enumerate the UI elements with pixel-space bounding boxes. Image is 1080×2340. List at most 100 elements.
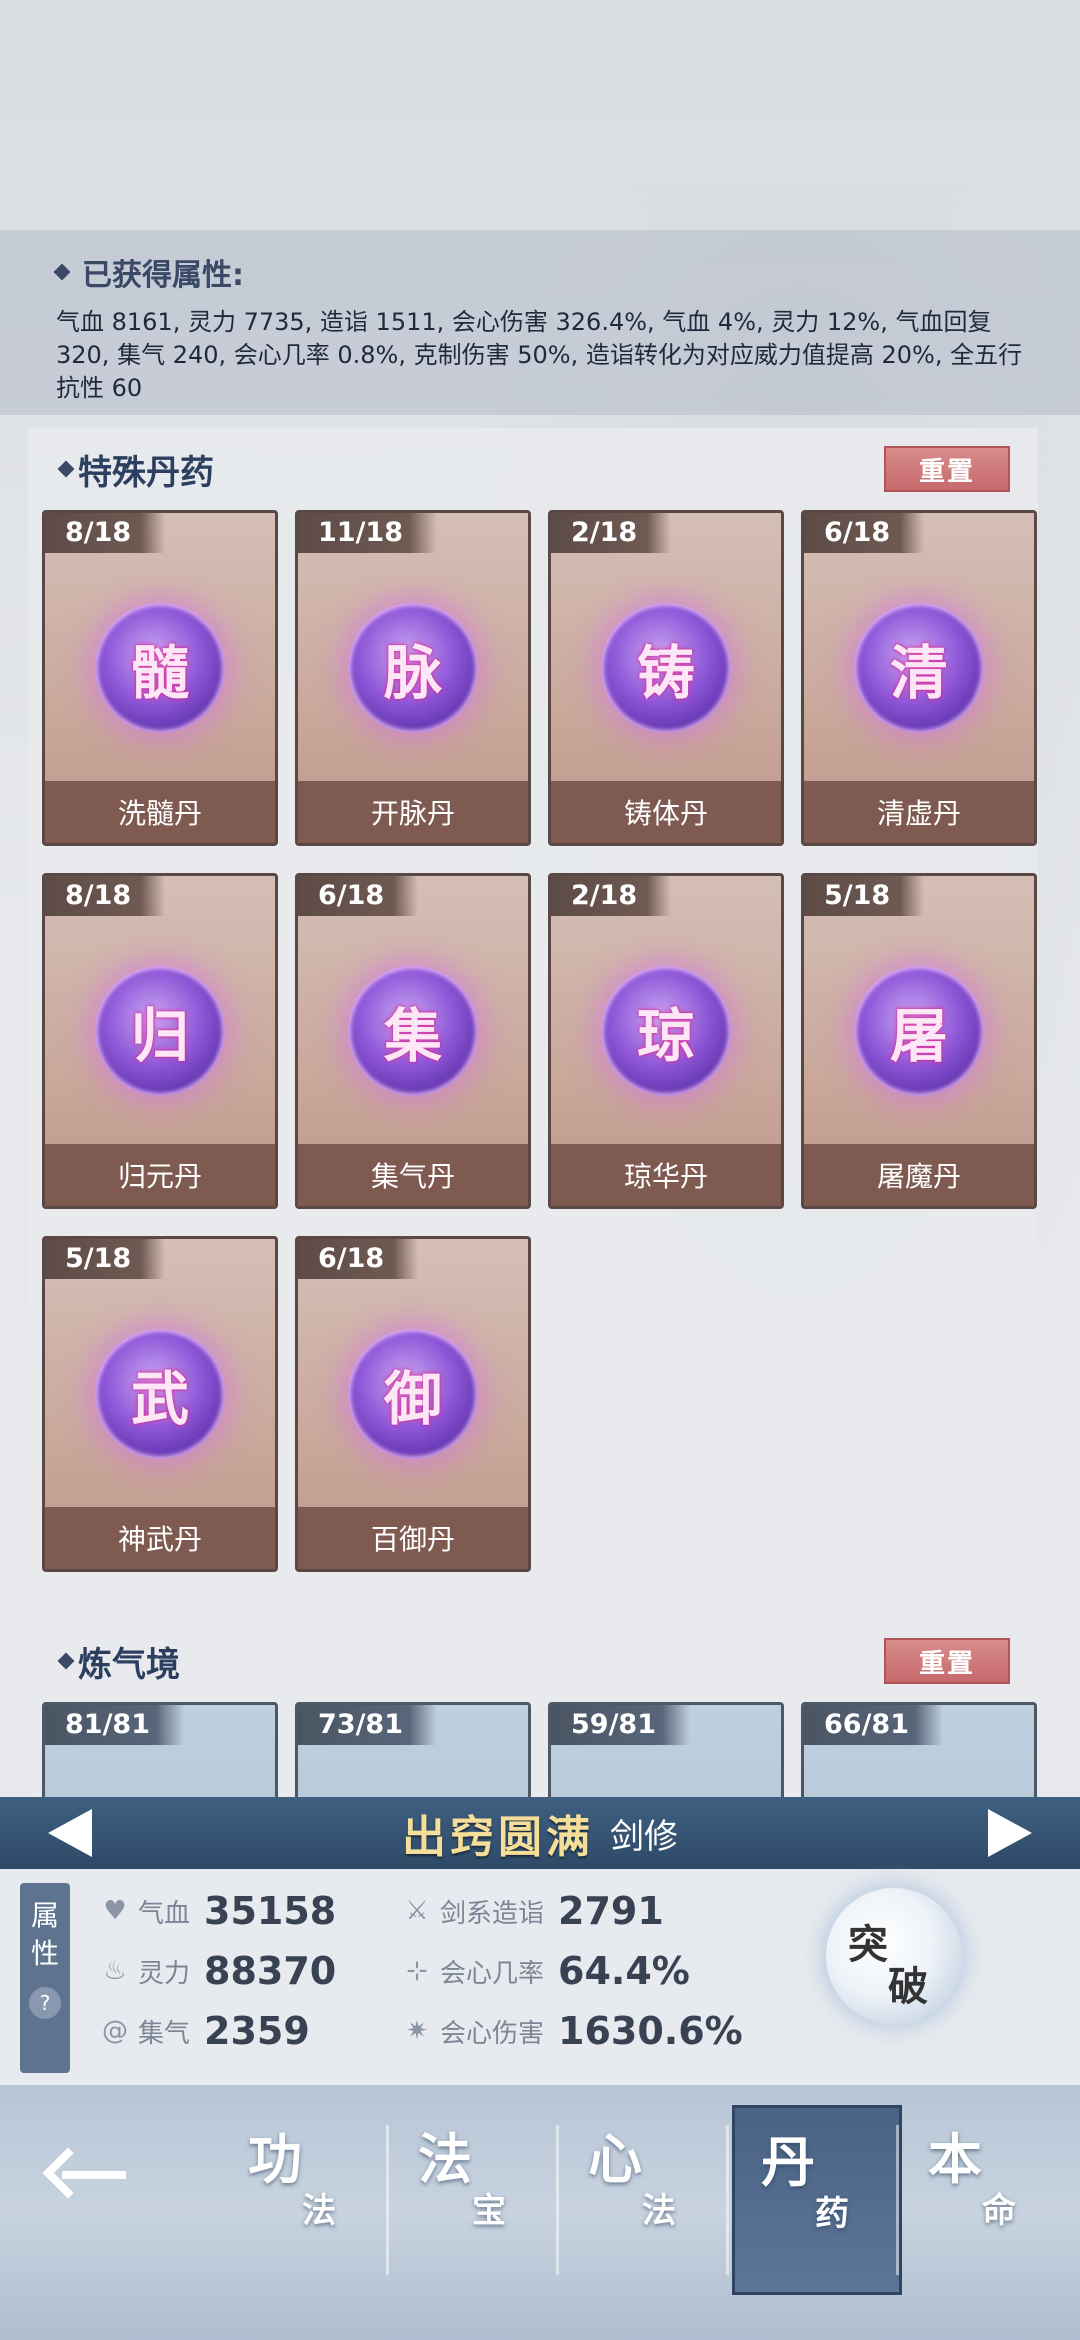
stat-hp: ♥ 气血 35158 bbox=[100, 1889, 336, 1933]
pill-glyph: 髓 bbox=[130, 639, 189, 707]
pill-card[interactable]: 8/18 髓洗髓丹 bbox=[42, 510, 278, 846]
pill-orb-icon: 琼 bbox=[601, 966, 731, 1096]
realm-pills-header: 炼气境 重置 bbox=[28, 1620, 1038, 1702]
stat-hp-label: 气血 bbox=[138, 1898, 191, 1929]
nav-tab-3[interactable]: 丹药 bbox=[732, 2105, 902, 2295]
nav-tab-2[interactable]: 心法 bbox=[562, 2105, 732, 2295]
pill-orb-icon: 铸 bbox=[601, 603, 731, 733]
pill-name: 琼华丹 bbox=[551, 1144, 781, 1206]
reset-button-special[interactable]: 重置 bbox=[884, 446, 1010, 492]
nav-tab-title: 丹 bbox=[761, 2130, 815, 2194]
pill-glyph: 脉 bbox=[383, 639, 442, 707]
crit-rate-icon: ⊹ bbox=[406, 1956, 428, 1986]
special-pills-title-text: 特殊丹药 bbox=[78, 452, 214, 493]
breakthrough-char-1: 突 bbox=[848, 1921, 888, 1968]
breakthrough-char-2: 破 bbox=[888, 1963, 928, 2010]
pill-card[interactable]: 2/18 琼琼华丹 bbox=[548, 873, 784, 1209]
breakthrough-button[interactable]: 突 破 bbox=[826, 1888, 962, 2024]
pill-glyph: 清 bbox=[889, 639, 948, 707]
stat-mp-value: 88370 bbox=[204, 1949, 337, 1993]
realm-pills-grid: 81/81 73/81 59/81 66/81 bbox=[28, 1702, 1038, 1797]
realm-name: 出窍圆满 bbox=[402, 1812, 594, 1863]
pill-glyph: 集 bbox=[383, 1002, 442, 1070]
pill-count: 8/18 bbox=[45, 876, 166, 916]
pill-card[interactable]: 6/18 集集气丹 bbox=[295, 873, 531, 1209]
special-pills-grid: 8/18 髓洗髓丹 11/18 脉开脉丹 2/18 铸铸体丹 6/18 清清虚丹 8/18 归归元… bbox=[28, 510, 1038, 1572]
pill-count: 6/18 bbox=[298, 1239, 419, 1279]
pill-name: 清虚丹 bbox=[804, 781, 1034, 843]
nav-tab-subtitle: 宝 bbox=[472, 2191, 506, 2231]
stat-crit-rate: ⊹ 会心几率 64.4% bbox=[402, 1949, 690, 1993]
realm-pills-title: 炼气境 bbox=[57, 1637, 180, 1686]
help-icon[interactable]: ? bbox=[29, 1987, 61, 2019]
swirl-icon: @ bbox=[102, 2016, 128, 2046]
pill-name: 开脉丹 bbox=[298, 781, 528, 843]
pill-name: 归元丹 bbox=[45, 1144, 275, 1206]
stat-charge-label: 集气 bbox=[138, 2018, 191, 2049]
pill-name: 集气丹 bbox=[298, 1144, 528, 1206]
pill-glyph: 御 bbox=[383, 1365, 442, 1433]
pill-card[interactable]: 11/18 脉开脉丹 bbox=[295, 510, 531, 846]
pill-orb-icon: 清 bbox=[854, 603, 984, 733]
pill-card[interactable]: 5/18 武神武丹 bbox=[42, 1236, 278, 1572]
realm-pills-title-text: 炼气境 bbox=[78, 1644, 180, 1685]
stat-crit-dmg: ✷ 会心伤害 1630.6% bbox=[402, 2009, 743, 2053]
pill-card[interactable]: 8/18 归归元丹 bbox=[42, 873, 278, 1209]
nav-tab-0[interactable]: 功法 bbox=[222, 2105, 392, 2295]
nav-tab-1[interactable]: 法宝 bbox=[392, 2105, 562, 2295]
nav-tab-title: 心 bbox=[588, 2127, 642, 2191]
pill-count: 73/81 bbox=[298, 1705, 438, 1745]
pill-glyph: 武 bbox=[130, 1365, 189, 1433]
stat-crit-dmg-value: 1630.6% bbox=[558, 2009, 743, 2053]
back-arrow-icon[interactable] bbox=[42, 2145, 136, 2205]
nav-separator bbox=[386, 2125, 389, 2275]
pill-orb-icon: 脉 bbox=[348, 603, 478, 733]
pill-name: 洗髓丹 bbox=[45, 781, 275, 843]
reset-button-realm[interactable]: 重置 bbox=[884, 1638, 1010, 1684]
acquired-attributes: 已获得属性: 气血 8161, 灵力 7735, 造诣 1511, 会心伤害 3… bbox=[0, 230, 1080, 415]
realm-pill-card[interactable]: 81/81 bbox=[42, 1702, 278, 1797]
pill-card[interactable]: 6/18 御百御丹 bbox=[295, 1236, 531, 1572]
acquired-attributes-text: 气血 8161, 灵力 7735, 造诣 1511, 会心伤害 326.4%, … bbox=[56, 308, 1023, 402]
stat-mastery-label: 剑系造诣 bbox=[440, 1898, 545, 1929]
nav-separator bbox=[556, 2125, 559, 2275]
prev-realm-arrow-icon[interactable] bbox=[48, 1809, 92, 1857]
attributes-tab[interactable]: 属 性 ? bbox=[20, 1883, 70, 2073]
diamond-icon bbox=[57, 460, 75, 478]
pill-glyph: 琼 bbox=[636, 1002, 695, 1070]
pill-card[interactable]: 6/18 清清虚丹 bbox=[801, 510, 1037, 846]
stat-charge-value: 2359 bbox=[204, 2009, 310, 2053]
realm-pill-card[interactable]: 66/81 bbox=[801, 1702, 1037, 1797]
pill-card[interactable]: 2/18 铸铸体丹 bbox=[548, 510, 784, 846]
realm-pill-card[interactable]: 73/81 bbox=[295, 1702, 531, 1797]
crit-burst-icon: ✷ bbox=[406, 2016, 428, 2046]
stat-mastery: ⚔ 剑系造诣 2791 bbox=[402, 1889, 664, 1933]
attributes-tab-char-2: 性 bbox=[30, 1937, 59, 1970]
pill-orb-icon: 御 bbox=[348, 1329, 478, 1459]
pill-orb-icon: 髓 bbox=[95, 603, 225, 733]
pill-count: 6/18 bbox=[298, 876, 419, 916]
nav-tab-title: 功 bbox=[248, 2127, 302, 2191]
pill-orb-icon: 武 bbox=[95, 1329, 225, 1459]
realm-pills-panel: 炼气境 重置 81/81 73/81 59/81 66/81 bbox=[28, 1620, 1038, 1797]
stat-crit-rate-value: 64.4% bbox=[558, 1949, 690, 1993]
pill-count: 2/18 bbox=[551, 876, 672, 916]
next-realm-arrow-icon[interactable] bbox=[988, 1809, 1032, 1857]
nav-separator bbox=[726, 2125, 729, 2275]
acquired-title-text: 已获得属性: bbox=[82, 258, 244, 293]
pill-count: 5/18 bbox=[45, 1239, 166, 1279]
pill-count: 81/81 bbox=[45, 1705, 185, 1745]
back-arrow-head bbox=[42, 2147, 94, 2199]
nav-tab-4[interactable]: 本命 bbox=[902, 2105, 1072, 2295]
pill-orb-icon: 集 bbox=[348, 966, 478, 1096]
flame-icon: ♨ bbox=[103, 1956, 127, 1986]
pill-count: 8/18 bbox=[45, 513, 166, 553]
pill-count: 5/18 bbox=[804, 876, 925, 916]
pill-name: 百御丹 bbox=[298, 1507, 528, 1569]
attributes-tab-char-1: 属 bbox=[30, 1899, 59, 1932]
pill-count: 11/18 bbox=[298, 513, 438, 553]
stat-mastery-value: 2791 bbox=[558, 1889, 664, 1933]
pill-card[interactable]: 5/18 屠屠魔丹 bbox=[801, 873, 1037, 1209]
realm-pill-card[interactable]: 59/81 bbox=[548, 1702, 784, 1797]
nav-tab-subtitle: 法 bbox=[302, 2191, 336, 2231]
